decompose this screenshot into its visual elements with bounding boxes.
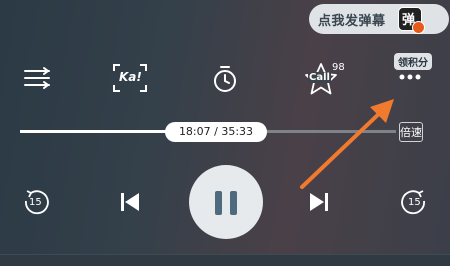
previous-track-icon[interactable] (119, 190, 141, 214)
more-options-icon[interactable] (398, 73, 422, 81)
call-label: Call (308, 72, 331, 83)
forward-15-button[interactable]: 15 (400, 189, 428, 217)
karaoke-label: Ka! (119, 70, 142, 84)
pause-icon (215, 191, 222, 215)
pause-icon-bar (230, 191, 237, 215)
pause-button[interactable] (189, 165, 263, 239)
rewind-seconds: 15 (29, 197, 42, 208)
danmaku-status-dot (412, 21, 425, 34)
progress-time[interactable]: 18:07 / 35:33 (165, 122, 267, 142)
sleep-timer-icon[interactable] (212, 65, 238, 93)
karaoke-button[interactable]: Ka! (113, 64, 147, 92)
forward-seconds: 15 (408, 197, 421, 208)
call-count: 98 (332, 62, 345, 73)
annotation-arrow-icon (300, 99, 394, 189)
danmaku-prompt[interactable]: 点我发弹幕 (318, 10, 386, 29)
danmaku-toggle-button[interactable]: 弹 (398, 7, 425, 34)
next-track-icon[interactable] (308, 190, 330, 214)
points-badge[interactable]: 领积分 (394, 53, 432, 70)
rewind-15-button[interactable]: 15 (22, 189, 50, 217)
playlist-icon[interactable] (23, 66, 51, 90)
bottom-sheet-edge (0, 254, 450, 266)
playback-speed-button[interactable]: 倍速 (399, 122, 423, 142)
